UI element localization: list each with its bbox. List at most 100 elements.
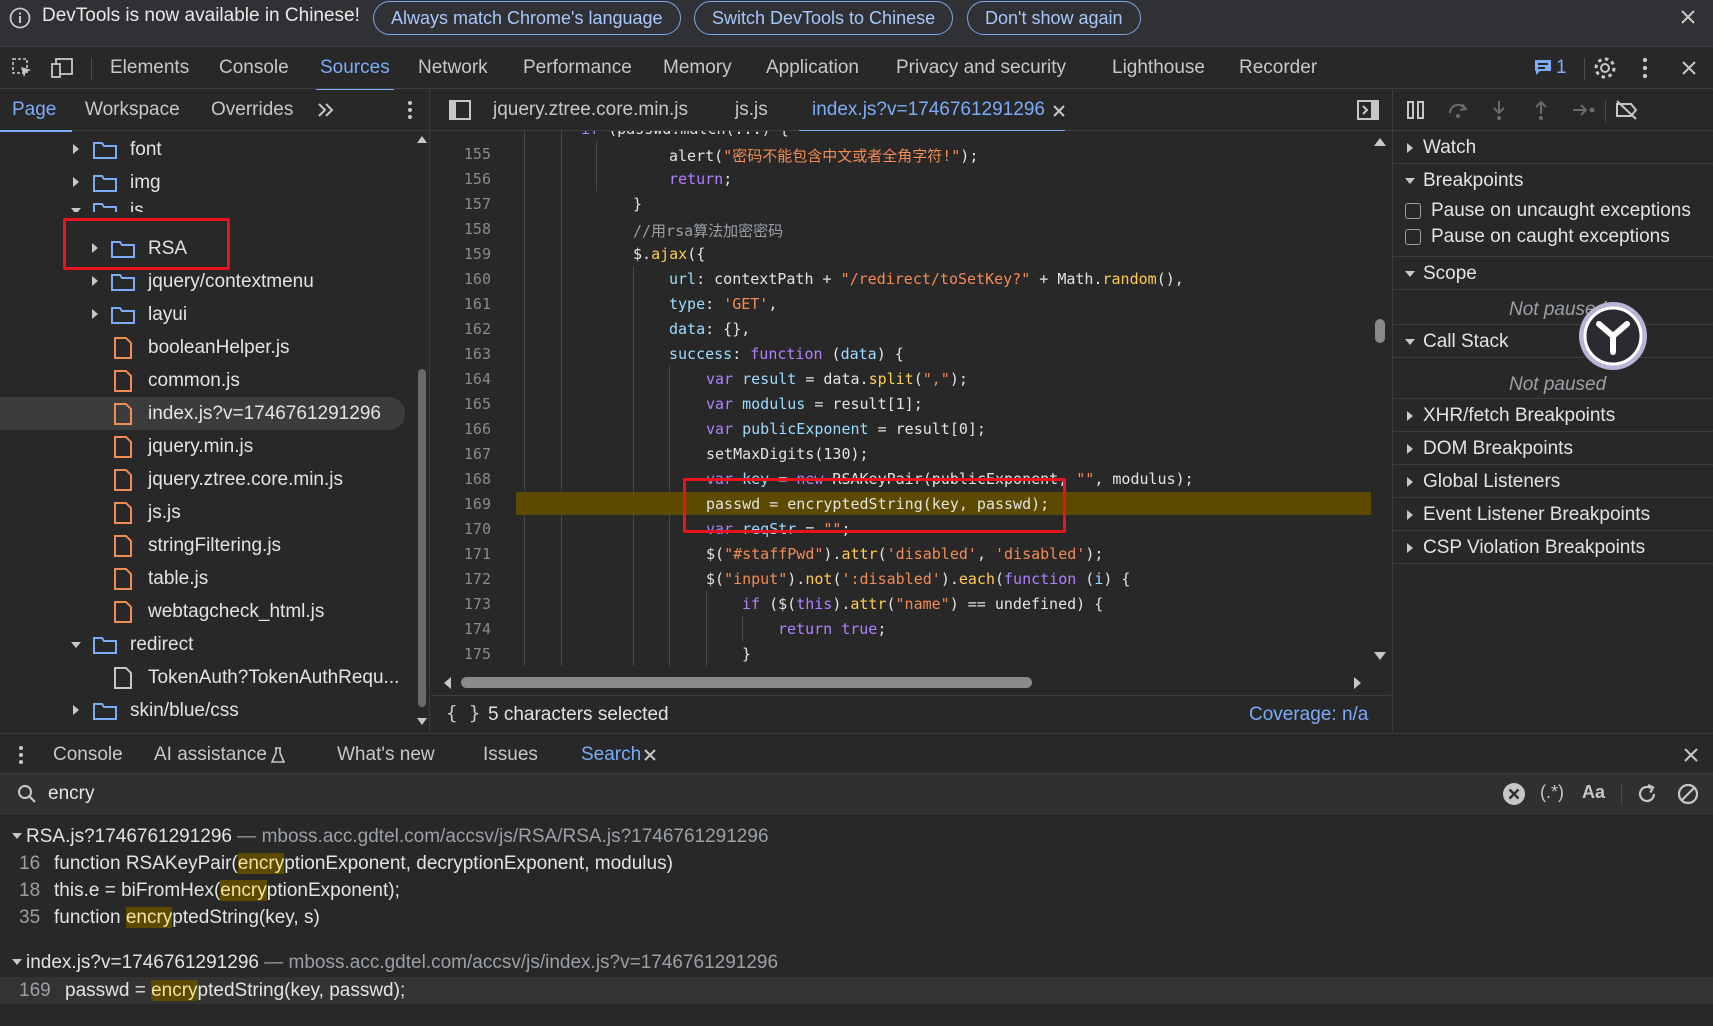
editor-hscroll-thumb[interactable] xyxy=(461,677,1032,688)
rsa-highlight-box xyxy=(63,218,230,270)
section-call-stack[interactable]: Call Stack xyxy=(1393,325,1713,358)
editor-tab-index[interactable]: index.js?v=1746761291296 xyxy=(799,99,1065,132)
editor-hscrollbar[interactable] xyxy=(431,671,1391,695)
result-file-index[interactable]: index.js?v=1746761291296 — mboss.acc.gdt… xyxy=(12,952,778,974)
scroll-left-icon[interactable] xyxy=(441,676,453,690)
tab-elements[interactable]: Elements xyxy=(110,57,189,79)
tree-folder-font[interactable]: font xyxy=(0,133,405,166)
nav-tab-overrides[interactable]: Overrides xyxy=(211,99,293,121)
section-event-listener-breakpoints[interactable]: Event Listener Breakpoints xyxy=(1393,498,1713,531)
scroll-up-icon[interactable] xyxy=(416,133,428,145)
tree-folder-js[interactable]: js xyxy=(0,194,405,212)
editor-scroll-up-icon[interactable] xyxy=(1373,135,1387,147)
dont-show-again-button[interactable]: Don't show again xyxy=(967,1,1141,35)
code-editor[interactable]: if (passwd.match(...) { 155alert("密码不能包含… xyxy=(431,131,1391,671)
step-icon[interactable] xyxy=(1571,100,1597,120)
drawer-tab-console[interactable]: Console xyxy=(53,744,123,766)
tab-sources[interactable]: Sources xyxy=(316,57,394,91)
tree-folder-redirect[interactable]: redirect xyxy=(0,628,405,661)
toggle-navigator-icon[interactable] xyxy=(448,99,472,121)
result-line[interactable]: 35 function encryptedString(key, s) xyxy=(0,904,1713,931)
toggle-debugger-icon[interactable] xyxy=(1356,99,1380,121)
pause-resume-icon[interactable] xyxy=(1406,100,1428,120)
match-language-button[interactable]: Always match Chrome's language xyxy=(373,1,681,35)
scroll-down-icon[interactable] xyxy=(416,716,428,728)
editor-scroll-down-icon[interactable] xyxy=(1373,651,1387,663)
tree-folder-layui[interactable]: layui xyxy=(0,298,405,331)
close-tab-icon[interactable] xyxy=(1051,103,1067,119)
tree-file-jquery-min[interactable]: jquery.min.js xyxy=(0,430,405,463)
close-drawer-icon[interactable] xyxy=(1681,745,1701,765)
drawer-tab-issues[interactable]: Issues xyxy=(483,744,538,766)
navigator-scroll-thumb[interactable] xyxy=(418,369,426,707)
tree-file-common[interactable]: common.js xyxy=(0,364,405,397)
nav-tab-workspace[interactable]: Workspace xyxy=(85,99,180,121)
tree-file-webtagcheck[interactable]: webtagcheck_html.js xyxy=(0,595,405,628)
section-scope[interactable]: Scope xyxy=(1393,257,1713,290)
issues-icon[interactable] xyxy=(1533,58,1553,76)
tab-performance[interactable]: Performance xyxy=(523,57,632,79)
result-line[interactable]: 169 passwd = encryptedString(key, passwd)… xyxy=(0,977,1713,1004)
tab-lighthouse[interactable]: Lighthouse xyxy=(1112,57,1205,79)
navigator-menu-icon[interactable] xyxy=(405,98,415,122)
section-dom-breakpoints[interactable]: DOM Breakpoints xyxy=(1393,432,1713,465)
pretty-print-icon[interactable]: { } xyxy=(446,702,480,724)
drawer-tab-search[interactable]: Search xyxy=(566,744,656,776)
tab-console[interactable]: Console xyxy=(219,57,289,79)
more-tabs-chevron-icon[interactable] xyxy=(316,102,336,118)
tree-file-table[interactable]: table.js xyxy=(0,562,405,595)
clear-search-icon[interactable] xyxy=(1502,782,1526,806)
editor-tab-js[interactable]: js.js xyxy=(735,99,768,121)
drawer-menu-icon[interactable] xyxy=(16,744,26,766)
drawer-tab-whats-new[interactable]: What's new xyxy=(337,744,435,766)
tree-file-js[interactable]: js.js xyxy=(0,496,405,529)
tree-file-booleanhelper[interactable]: booleanHelper.js xyxy=(0,331,405,364)
result-line[interactable]: 18 this.e = biFromHex(encryptionExponent)… xyxy=(0,877,1713,904)
step-into-icon[interactable] xyxy=(1489,99,1509,121)
pause-caught-checkbox[interactable] xyxy=(1405,229,1421,245)
drawer-tab-ai-assistance[interactable]: AI assistance xyxy=(154,744,267,766)
tab-network[interactable]: Network xyxy=(418,57,488,79)
close-devtools-icon[interactable] xyxy=(1679,58,1699,78)
refresh-icon[interactable] xyxy=(1635,782,1659,806)
close-infobar-icon[interactable] xyxy=(1678,7,1698,27)
nav-tab-page[interactable]: Page xyxy=(0,99,73,132)
section-csp-breakpoints[interactable]: CSP Violation Breakpoints xyxy=(1393,531,1713,564)
tree-file-stringfiltering[interactable]: stringFiltering.js xyxy=(0,529,405,562)
settings-gear-icon[interactable] xyxy=(1592,55,1618,81)
editor-tab-jquery-ztree[interactable]: jquery.ztree.core.min.js xyxy=(493,99,688,121)
result-line[interactable]: 16 function RSAKeyPair(encryptionExponent… xyxy=(0,850,1713,877)
tree-file-tokenauth[interactable]: TokenAuth?TokenAuthRequ... xyxy=(0,661,405,694)
editor-vscroll-thumb[interactable] xyxy=(1375,319,1385,343)
section-watch[interactable]: Watch xyxy=(1393,131,1713,164)
device-toolbar-icon[interactable] xyxy=(50,56,76,80)
clear-results-icon[interactable] xyxy=(1676,782,1700,806)
tab-recorder[interactable]: Recorder xyxy=(1239,57,1317,79)
tab-privacy-security[interactable]: Privacy and security xyxy=(896,57,1066,79)
navigator-scrollbar[interactable] xyxy=(416,133,428,729)
tab-memory[interactable]: Memory xyxy=(663,57,732,79)
tree-file-jquery-ztree[interactable]: jquery.ztree.core.min.js xyxy=(0,463,405,496)
scroll-right-icon[interactable] xyxy=(1352,676,1364,690)
step-over-icon[interactable] xyxy=(1447,100,1469,120)
inspect-element-icon[interactable] xyxy=(10,56,34,80)
issues-count[interactable]: 1 xyxy=(1556,57,1567,79)
section-breakpoints[interactable]: Breakpoints xyxy=(1393,164,1713,197)
result-file-rsa[interactable]: RSA.js?1746761291296 — mboss.acc.gdtel.c… xyxy=(12,826,769,848)
more-menu-icon[interactable] xyxy=(1639,56,1651,80)
step-out-icon[interactable] xyxy=(1531,99,1551,121)
deactivate-breakpoints-icon[interactable] xyxy=(1614,99,1640,121)
section-global-listeners[interactable]: Global Listeners xyxy=(1393,465,1713,498)
coverage-status[interactable]: Coverage: n/a xyxy=(1249,704,1368,726)
regex-toggle-icon[interactable]: (.*) xyxy=(1540,782,1564,803)
assistant-logo-icon[interactable] xyxy=(1577,300,1649,372)
section-xhr-breakpoints[interactable]: XHR/fetch Breakpoints xyxy=(1393,399,1713,432)
pause-uncaught-checkbox[interactable] xyxy=(1405,203,1421,219)
switch-chinese-button[interactable]: Switch DevTools to Chinese xyxy=(694,1,954,35)
match-case-toggle-icon[interactable]: Aa xyxy=(1582,782,1605,803)
tree-folder-skin[interactable]: skin/blue/css xyxy=(0,694,405,727)
close-search-tab-icon[interactable] xyxy=(643,748,657,762)
tree-file-index[interactable]: index.js?v=1746761291296 xyxy=(0,397,405,430)
tab-application[interactable]: Application xyxy=(766,57,859,79)
search-input[interactable] xyxy=(48,781,1488,807)
